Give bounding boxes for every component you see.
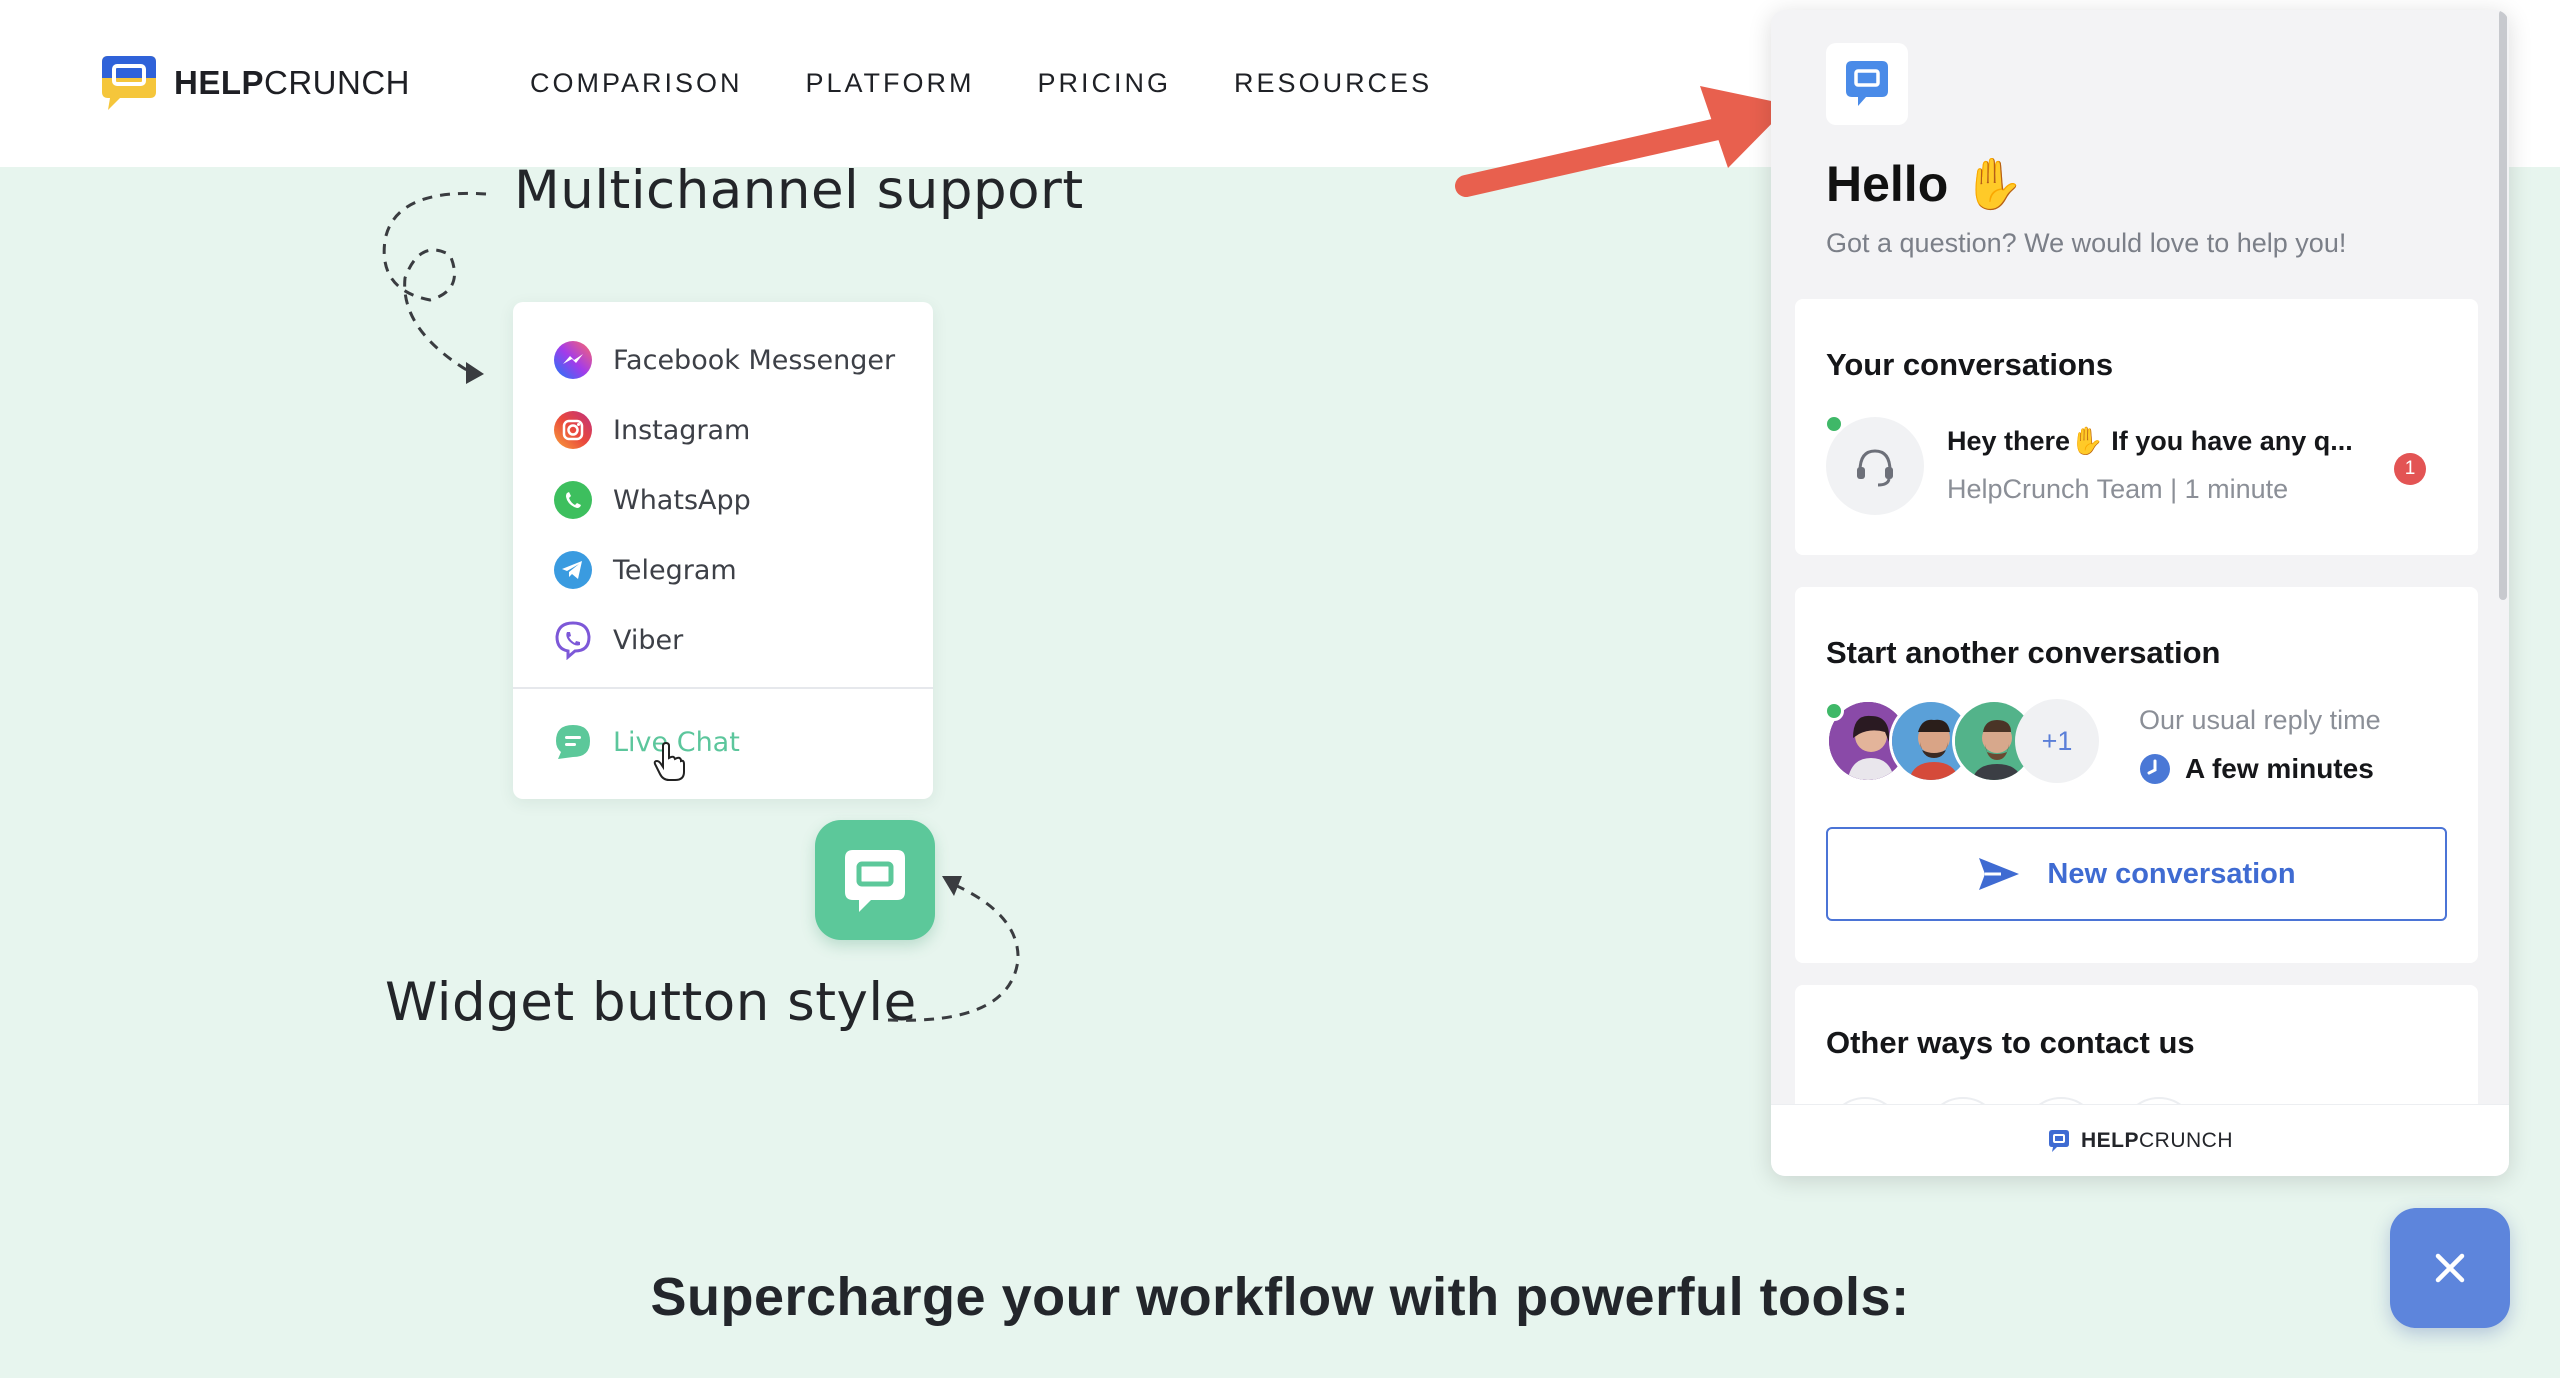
section-title: Other ways to contact us (1826, 1025, 2195, 1060)
greeting-title: Hello ✋ (1826, 156, 2025, 212)
channel-label: Facebook Messenger (613, 344, 896, 376)
channel-facebook-messenger: Facebook Messenger (553, 340, 895, 380)
reply-time-value: A few minutes (2139, 753, 2374, 785)
logo-wordmark: HELPCRUNCH (174, 64, 411, 101)
dashed-arrow-multichannel (382, 191, 487, 374)
widget-button-style-title: Widget button style (385, 972, 917, 1033)
channels-card: Facebook Messenger Instagram WhatsApp Te… (513, 302, 933, 799)
channel-label: Instagram (613, 414, 751, 446)
more-agents-count: +1 (2015, 699, 2099, 783)
helpcrunch-logo-icon (98, 52, 160, 114)
hand-cursor-icon (653, 741, 685, 787)
start-conversation-card: Start another conversation +1 Our usual … (1795, 587, 2478, 963)
conversation-preview: Hey there✋ If you have any q... (1947, 426, 2353, 456)
helpcrunch-small-logo-icon (2048, 1129, 2069, 1152)
nav-comparison[interactable]: COMPARISON (530, 68, 743, 99)
instagram-icon (553, 410, 593, 450)
multichannel-title: Multichannel support (514, 160, 1084, 221)
live-chat-icon (553, 722, 593, 762)
main-nav: COMPARISON PLATFORM PRICING RESOURCES (530, 68, 1432, 99)
support-agent-avatar (1826, 417, 1924, 515)
headset-icon (1857, 449, 1893, 487)
waving-hand-emoji: ✋ (1962, 156, 2025, 212)
reply-time-label: Our usual reply time (2139, 705, 2381, 735)
viber-icon (553, 620, 593, 661)
chat-logo-icon (1846, 61, 1888, 106)
widget-button-preview[interactable] (815, 820, 935, 940)
footer-wordmark: HELPCRUNCH (2080, 1128, 2233, 1152)
unread-badge: 1 (2394, 453, 2426, 485)
online-status-dot (1824, 701, 1844, 721)
channel-telegram: Telegram (553, 550, 737, 590)
channel-live-chat[interactable]: Live Chat (553, 722, 740, 762)
clock-icon (2140, 754, 2170, 784)
messenger-icon (553, 340, 593, 380)
channel-label: Telegram (613, 554, 737, 586)
online-status-dot (1824, 414, 1844, 434)
helpcrunch-logo[interactable]: HELPCRUNCH (98, 52, 410, 114)
page-headline: Supercharge your workflow with powerful … (650, 1267, 1910, 1327)
nav-pricing[interactable]: PRICING (1038, 68, 1172, 99)
new-conversation-button[interactable]: New conversation (1826, 827, 2447, 921)
nav-resources[interactable]: RESOURCES (1234, 68, 1432, 99)
conversation-meta: HelpCrunch Team | 1 minute (1947, 474, 2289, 504)
send-icon (1979, 858, 2020, 890)
arrowhead (466, 362, 484, 384)
section-title: Start another conversation (1826, 635, 2221, 670)
chat-bubble-icon (845, 850, 905, 912)
channels-divider (513, 687, 933, 689)
nav-platform[interactable]: PLATFORM (806, 68, 975, 99)
channel-whatsapp: WhatsApp (553, 480, 751, 520)
close-widget-button[interactable] (2390, 1208, 2510, 1328)
arrowhead (942, 876, 962, 896)
widget-logo (1826, 43, 1908, 125)
telegram-icon (553, 550, 593, 590)
panel-scrollbar[interactable] (2499, 10, 2507, 600)
channel-instagram: Instagram (553, 410, 750, 450)
channel-viber: Viber (553, 620, 684, 661)
greeting-subtitle: Got a question? We would love to help yo… (1826, 228, 2347, 258)
chat-widget-panel: Hello ✋ Got a question? We would love to… (1771, 10, 2509, 1176)
close-icon (2435, 1253, 2465, 1283)
channel-label: WhatsApp (613, 484, 751, 516)
powered-by-footer[interactable]: HELPCRUNCH (1771, 1104, 2509, 1176)
channel-label: Viber (613, 624, 684, 656)
whatsapp-icon (553, 480, 593, 520)
section-title: Your conversations (1826, 347, 2114, 382)
your-conversations-card: Your conversations Hey there✋ If you hav… (1795, 299, 2478, 555)
